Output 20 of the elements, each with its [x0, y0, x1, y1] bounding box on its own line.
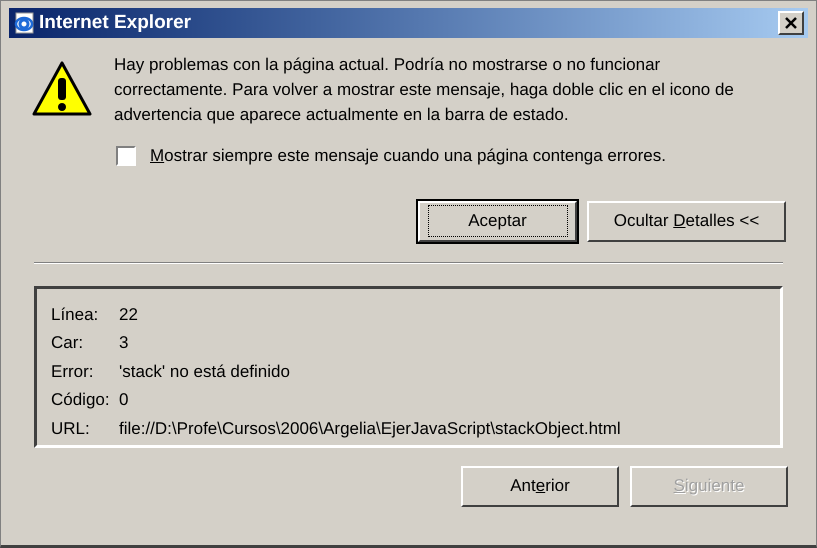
warning-icon: [31, 60, 93, 118]
dialog-button[interactable]: Ocultar Detalles <<: [587, 200, 786, 242]
detail-label: Línea:: [51, 304, 100, 326]
ok-button[interactable]: Aceptar: [418, 200, 577, 242]
checkbox[interactable]: [116, 146, 136, 166]
detail-label: Error:: [51, 360, 94, 382]
close-icon: [784, 17, 798, 29]
detail-value: 3: [119, 332, 128, 354]
message-text: Hay problemas con la página actual. Podría no mostrarse o no funcionar correctamente. Para volver a mostrar este mensaje, haga doble clic en el icono de advertencia que aparece actualmente en la barra de estado.: [114, 54, 735, 126]
detail-label: Car:: [51, 332, 84, 354]
detail-value: 'stack' no está definido: [119, 360, 290, 382]
detail-label: Código:: [51, 389, 111, 411]
window-title: Internet Explorer: [39, 10, 192, 35]
detail-label: URL:: [51, 418, 91, 440]
detail-value: 22: [119, 304, 138, 326]
detail-value: file://D:\Profe\Cursos\2006\Argelia\EjerJavaScript\stackObject.html: [119, 418, 621, 440]
close-button[interactable]: [778, 11, 804, 35]
detail-value: 0: [119, 389, 128, 411]
checkbox-label: Mostrar siempre este mensaje cuando una página contenga errores.: [150, 145, 666, 167]
dialog-button[interactable]: Anterior: [461, 466, 619, 506]
